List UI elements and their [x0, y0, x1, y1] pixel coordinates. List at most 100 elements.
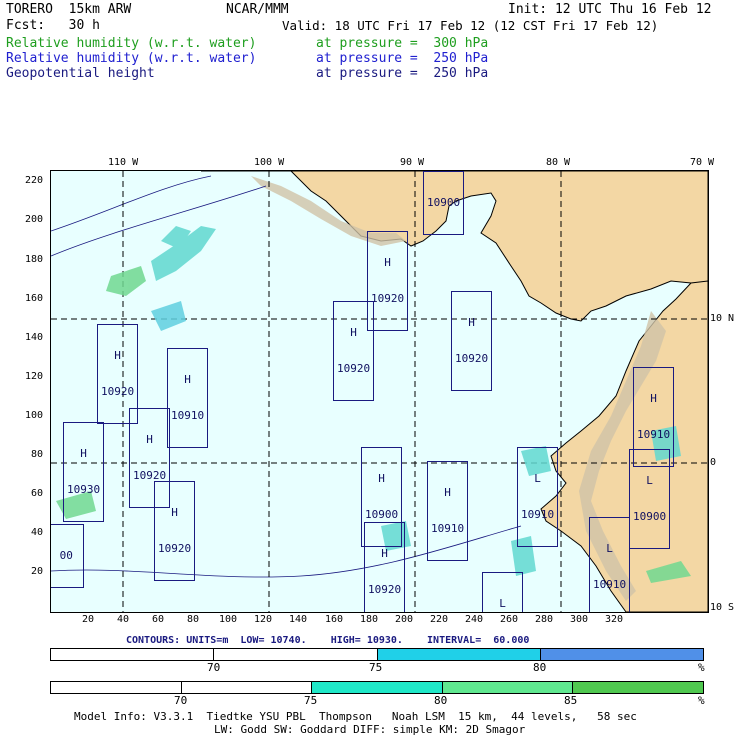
contour-info: CONTOURS: UNITS=m LOW= 10740. HIGH= 1093…: [126, 635, 530, 646]
x-tick: 240: [465, 614, 484, 625]
x-tick: 80: [187, 614, 200, 625]
pressure-center-label: L 10900: [629, 449, 671, 549]
colorbar-unit: %: [698, 694, 705, 707]
center-kind: L: [499, 597, 506, 610]
field-3-name: Geopotential height: [6, 66, 155, 81]
y-tick: 20: [31, 566, 44, 577]
humidity-colorbar-300: [50, 681, 704, 694]
contour-line: [51, 185, 267, 257]
map-panel[interactable]: 10900 H 10920 H 10920 H 10920 H 10920 H …: [50, 170, 709, 613]
x-tick: 220: [430, 614, 449, 625]
y-tick: 60: [31, 488, 44, 499]
colorbar-label: 75: [304, 694, 318, 707]
pressure-center-label: H 10920: [364, 522, 406, 612]
contour-line: [51, 175, 212, 232]
y-tick: 100: [25, 410, 44, 421]
pressure-center-label: L 10910: [517, 447, 559, 547]
x-tick: 160: [325, 614, 344, 625]
valid-time: Valid: 18 UTC Fri 17 Feb 12 (12 CST Fri …: [282, 18, 659, 33]
center-value: 10920: [455, 352, 489, 365]
center-value: 10920: [101, 385, 135, 398]
y-tick: 120: [25, 371, 44, 382]
org-label: NCAR/MMM: [226, 2, 289, 17]
center-value: 10920: [158, 542, 192, 555]
x-tick: 180: [360, 614, 379, 625]
lat-label-0: 0: [710, 457, 717, 468]
model-info: Model Info: V3.3.1 Tiedtke YSU PBL Thomp…: [74, 710, 637, 723]
center-value: 10910: [171, 409, 205, 422]
pressure-center-label: 00: [51, 524, 84, 588]
center-kind: L: [606, 542, 613, 555]
y-tick: 220: [25, 175, 44, 186]
pressure-center-label: H 10910: [427, 461, 469, 561]
center-value: 10920: [371, 292, 405, 305]
lon-label-100w: 100 W: [254, 157, 285, 168]
x-tick: 100: [219, 614, 238, 625]
x-tick: 300: [570, 614, 589, 625]
colorbar-segment: [51, 649, 215, 660]
center-kind: L: [534, 472, 541, 485]
lat-label-10s: 10 S: [710, 602, 735, 613]
field-3-level: at pressure = 250 hPa: [316, 66, 489, 81]
x-tick: 320: [605, 614, 624, 625]
model-title: TORERO 15km ARW: [6, 2, 132, 17]
colorbar-label: 75: [369, 661, 383, 674]
lat-label-10n: 10 N: [710, 313, 735, 324]
pressure-center-label: H 10920: [154, 481, 196, 581]
x-tick: 280: [535, 614, 554, 625]
center-kind: H: [381, 547, 388, 560]
x-tick: 20: [82, 614, 95, 625]
center-kind: H: [444, 486, 451, 499]
center-value: 10900: [427, 196, 461, 209]
center-kind: H: [468, 316, 475, 329]
field-2-level: at pressure = 250 hPa: [316, 51, 489, 66]
center-value: 10900: [633, 510, 667, 523]
center-kind: H: [378, 472, 385, 485]
colorbar-label: 70: [207, 661, 221, 674]
lon-label-70w: 70 W: [690, 157, 715, 168]
colorbar-segment: [214, 649, 378, 660]
y-tick: 40: [31, 527, 44, 538]
x-tick: 120: [254, 614, 273, 625]
pressure-center-label: 10900: [423, 171, 465, 235]
center-value: 10920: [368, 583, 402, 596]
center-value: 10910: [431, 522, 465, 535]
y-tick: 200: [25, 214, 44, 225]
center-kind: H: [80, 447, 87, 460]
lon-label-80w: 80 W: [546, 157, 571, 168]
field-1-name: Relative humidity (w.r.t. water): [6, 36, 257, 51]
pressure-center-label: H 10910: [167, 348, 209, 448]
center-kind: H: [146, 433, 153, 446]
center-value: 10910: [637, 428, 671, 441]
y-tick: 160: [25, 293, 44, 304]
center-kind: H: [171, 506, 178, 519]
forecast-hour: Fcst: 30 h: [6, 18, 100, 33]
pressure-center-label: H 10920: [451, 291, 493, 391]
center-kind: H: [184, 373, 191, 386]
y-tick: 140: [25, 332, 44, 343]
x-tick: 260: [500, 614, 519, 625]
colorbar-label: 80: [533, 661, 547, 674]
center-kind: H: [114, 349, 121, 362]
pressure-center-label: L 10910: [482, 572, 524, 612]
colorbar-label: 80: [434, 694, 448, 707]
center-value: 10920: [337, 362, 371, 375]
colorbar-segment: [312, 682, 443, 693]
center-value: 00: [59, 549, 73, 562]
colorbar-label: 85: [564, 694, 578, 707]
center-value: 10910: [521, 508, 555, 521]
pressure-center-label: H 10920: [333, 301, 375, 401]
center-kind: H: [384, 256, 391, 269]
colorbar-segment: [442, 682, 574, 693]
colorbar-unit: %: [698, 661, 705, 674]
init-time: Init: 12 UTC Thu 16 Feb 12: [508, 2, 712, 17]
y-tick: 180: [25, 254, 44, 265]
model-physics: LW: Godd SW: Goddard DIFF: simple KM: 2D…: [214, 723, 526, 736]
humidity-colorbar-250: [50, 648, 704, 661]
center-kind: H: [350, 326, 357, 339]
x-tick: 60: [152, 614, 165, 625]
colorbar-segment: [377, 649, 541, 660]
pressure-center-label: L 10910: [589, 517, 631, 612]
colorbar-label: 70: [174, 694, 188, 707]
colorbar-segment: [573, 682, 703, 693]
